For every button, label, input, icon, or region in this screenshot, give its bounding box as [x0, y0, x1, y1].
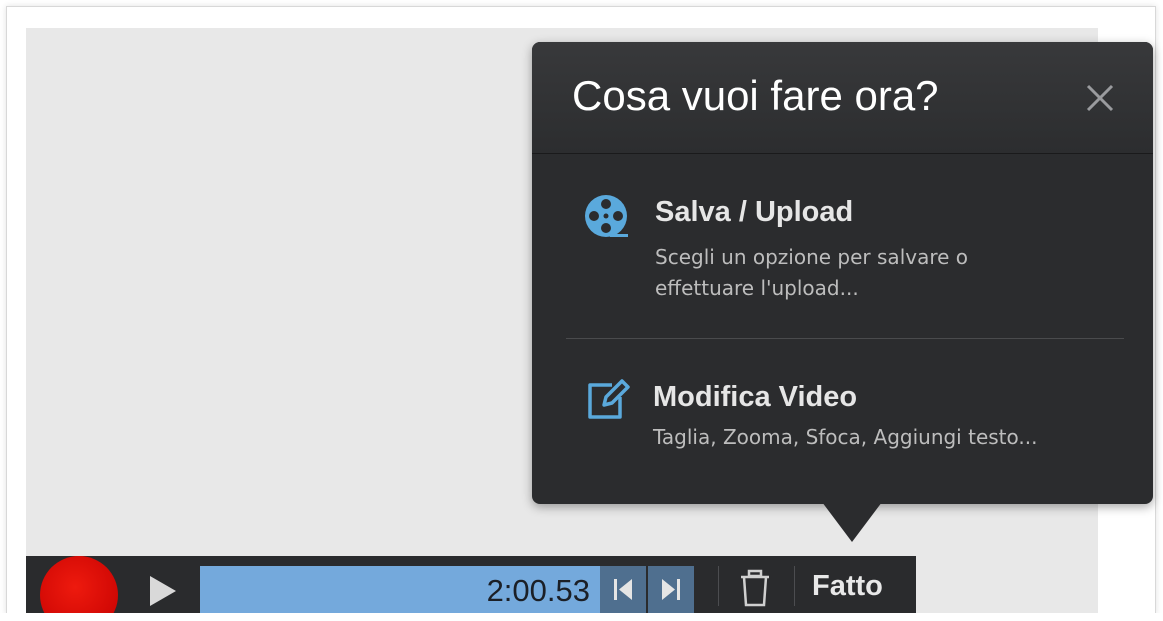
divider — [566, 338, 1124, 339]
film-reel-icon — [585, 195, 628, 237]
skip-to-start-icon[interactable] — [600, 566, 646, 613]
bottom-strip — [0, 613, 1163, 621]
time-label: 2:00.53 — [486, 573, 590, 608]
action-popup: Cosa vuoi fare ora? Salva / Upload Scegl… — [532, 42, 1153, 504]
toolbar-separator — [794, 566, 795, 606]
timeline-bar[interactable]: 2:00.53 — [200, 566, 600, 613]
save-upload-option[interactable]: Salva / Upload Scegli un opzione per sal… — [532, 182, 1153, 332]
toolbar-separator — [718, 566, 719, 606]
popup-title: Cosa vuoi fare ora? — [572, 72, 939, 119]
popup-pointer — [822, 502, 882, 542]
option-description-line: Scegli un opzione per salvare o — [655, 245, 969, 269]
record-icon[interactable] — [40, 556, 118, 613]
option-description: Taglia, Zooma, Sfoca, Aggiungi testo... — [653, 425, 1038, 449]
edit-video-option[interactable]: Modifica Video Taglia, Zooma, Sfoca, Agg… — [532, 367, 1153, 487]
edit-icon — [588, 379, 630, 419]
close-icon[interactable] — [1080, 78, 1120, 118]
done-button[interactable]: Fatto — [812, 570, 883, 603]
option-title: Salva / Upload — [655, 196, 854, 228]
skip-to-end-icon[interactable] — [648, 566, 694, 613]
option-description-line: effettuare l'upload... — [655, 276, 859, 300]
trash-icon[interactable] — [738, 569, 772, 607]
option-description: Scegli un opzione per salvare o effettua… — [655, 242, 968, 304]
play-icon[interactable] — [148, 574, 178, 608]
recording-toolbar: 2:00.53 Fatto — [26, 556, 916, 613]
option-title: Modifica Video — [653, 381, 858, 413]
popup-header: Cosa vuoi fare ora? — [532, 42, 1153, 154]
